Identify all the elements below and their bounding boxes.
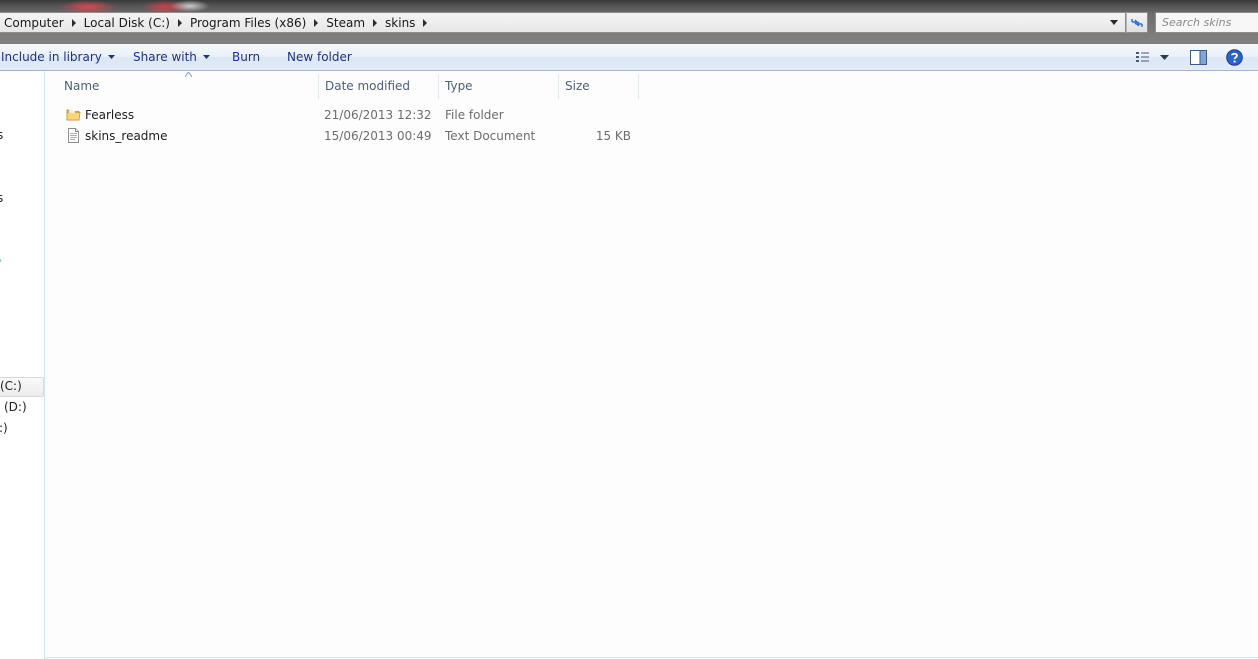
chevron-right-icon[interactable] bbox=[310, 13, 322, 32]
preview-pane-button[interactable] bbox=[1190, 48, 1207, 66]
file-date-modified: 21/06/2013 12:32 bbox=[324, 107, 432, 122]
nav-item-local-disk-c[interactable]: (C:) bbox=[0, 379, 22, 393]
file-type: File folder bbox=[445, 107, 504, 122]
chevron-down-icon bbox=[1110, 20, 1118, 25]
share-with-button[interactable]: Share with bbox=[133, 44, 210, 70]
breadcrumb-skins[interactable]: skins bbox=[381, 13, 431, 32]
refresh-button[interactable] bbox=[1126, 12, 1148, 33]
nav-item[interactable]: s bbox=[0, 128, 3, 142]
breadcrumb-computer[interactable]: Computer bbox=[0, 13, 80, 32]
file-name: skins_readme bbox=[85, 128, 168, 143]
text-document-icon bbox=[68, 128, 79, 143]
burn-button[interactable]: Burn bbox=[232, 44, 260, 70]
details-view-icon bbox=[1136, 52, 1149, 62]
column-headers: Name Date modified Type Size bbox=[46, 72, 640, 99]
chevron-right-icon[interactable] bbox=[419, 13, 431, 32]
breadcrumb-program-files[interactable]: Program Files (x86) bbox=[186, 13, 322, 32]
column-header-size[interactable]: Size bbox=[565, 72, 639, 99]
nav-item-disk-d[interactable]: (D:) bbox=[4, 400, 27, 414]
help-icon bbox=[1226, 48, 1243, 66]
chevron-down-icon bbox=[202, 55, 210, 59]
change-view-button[interactable] bbox=[1135, 48, 1151, 66]
chevron-down-icon bbox=[107, 55, 115, 59]
new-folder-button[interactable]: New folder bbox=[287, 44, 352, 70]
chevron-right-icon[interactable] bbox=[68, 13, 80, 32]
file-date-modified: 15/06/2013 00:49 bbox=[324, 128, 432, 143]
wallpaper-glow bbox=[170, 0, 210, 12]
folder-icon bbox=[66, 109, 81, 121]
chevron-right-icon[interactable] bbox=[369, 13, 381, 32]
column-divider[interactable] bbox=[638, 74, 639, 99]
nav-item-disk-e[interactable]: :) bbox=[0, 421, 8, 435]
sort-ascending-icon bbox=[185, 72, 192, 77]
chevron-right-icon[interactable] bbox=[174, 13, 186, 32]
nav-item[interactable]: s bbox=[0, 191, 3, 205]
column-divider[interactable] bbox=[438, 74, 439, 99]
file-type: Text Document bbox=[445, 128, 536, 143]
more-options-dropdown[interactable] bbox=[1160, 48, 1169, 66]
bottom-divider bbox=[46, 657, 1258, 658]
help-button[interactable] bbox=[1226, 48, 1243, 66]
refresh-icon bbox=[1131, 18, 1143, 27]
search-input[interactable] bbox=[1155, 12, 1258, 33]
file-size bbox=[566, 104, 631, 125]
file-row-fearless[interactable]: Fearless 21/06/2013 12:32 File folder bbox=[46, 104, 646, 125]
file-name: Fearless bbox=[85, 107, 135, 122]
navigation-pane[interactable]: s s (C:) (D:) :) bbox=[0, 71, 45, 659]
file-row-skins-readme[interactable]: skins_readme 15/06/2013 00:49 Text Docum… bbox=[46, 125, 646, 146]
nav-expand-marker bbox=[0, 259, 1, 262]
address-bar[interactable]: Computer Local Disk (C:) Program Files (… bbox=[0, 12, 1126, 33]
column-divider[interactable] bbox=[558, 74, 559, 99]
command-bar: Include in library Share with Burn New f… bbox=[0, 44, 1258, 71]
breadcrumb-local-disk[interactable]: Local Disk (C:) bbox=[80, 13, 186, 32]
column-header-type[interactable]: Type bbox=[445, 72, 559, 99]
preview-pane-icon bbox=[1190, 49, 1207, 65]
column-header-date-modified[interactable]: Date modified bbox=[325, 72, 439, 99]
file-size: 15 KB bbox=[595, 128, 631, 143]
breadcrumb-steam[interactable]: Steam bbox=[322, 13, 381, 32]
include-in-library-button[interactable]: Include in library bbox=[1, 44, 115, 70]
column-divider[interactable] bbox=[318, 74, 319, 99]
address-history-dropdown[interactable] bbox=[1107, 13, 1121, 32]
chevron-down-icon bbox=[1160, 54, 1169, 60]
